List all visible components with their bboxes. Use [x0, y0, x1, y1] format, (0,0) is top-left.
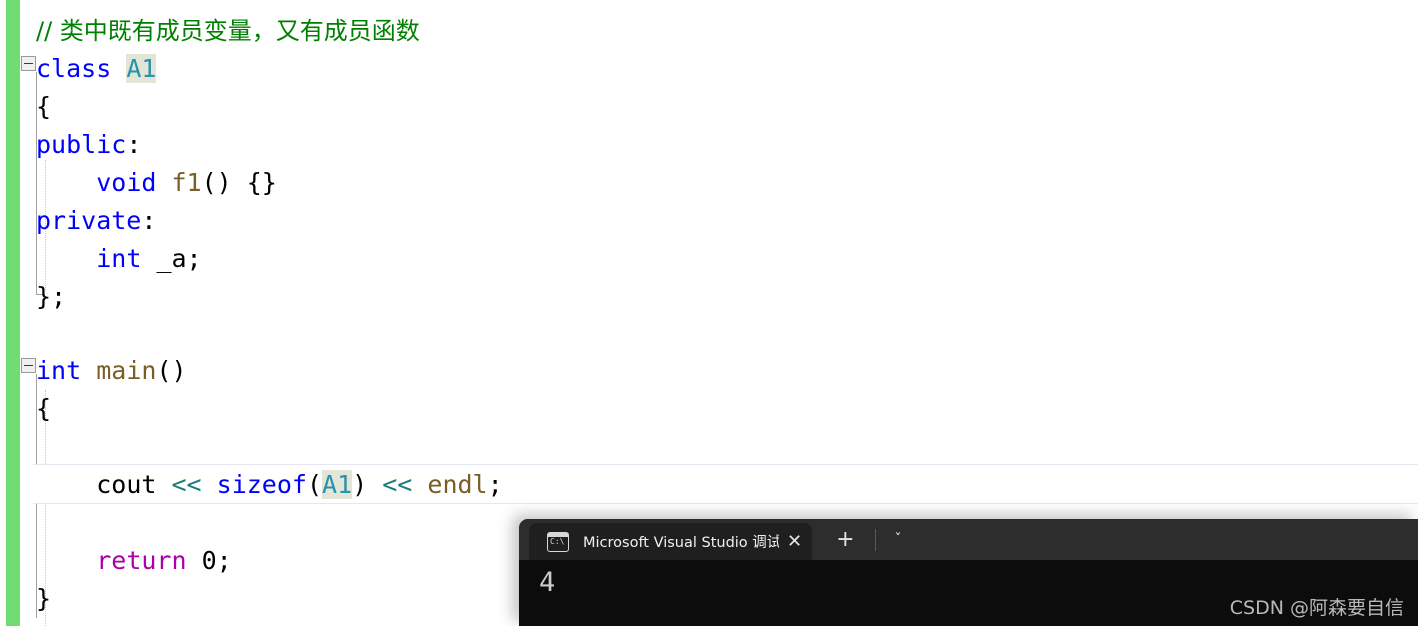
code-line-12[interactable]: [0, 428, 36, 466]
code-token: };: [36, 282, 67, 311]
console-window-icon: C:\: [547, 531, 569, 552]
code-token: class: [36, 54, 127, 83]
code-token: (): [156, 356, 187, 385]
code-line-8[interactable]: };: [0, 278, 66, 316]
new-tab-button[interactable]: +: [836, 529, 854, 551]
code-line-1[interactable]: // 类中既有成员变量，又有成员函数: [0, 12, 420, 50]
code-token: private: [36, 206, 142, 235]
console-titlebar[interactable]: C:\ Microsoft Visual Studio 调试控 ✕ + ˇ: [519, 519, 1418, 560]
code-token: _a;: [156, 244, 202, 273]
code-token: ;: [487, 470, 503, 499]
code-token: <<: [382, 470, 428, 499]
code-token: () {}: [201, 168, 277, 197]
console-tab[interactable]: C:\ Microsoft Visual Studio 调试控 ✕: [529, 523, 813, 560]
code-line-16[interactable]: }: [0, 580, 51, 618]
code-token: {: [36, 394, 52, 423]
code-token-highlighted: A1: [126, 54, 157, 83]
console-tab-title: Microsoft Visual Studio 调试控: [583, 535, 779, 551]
code-line-9[interactable]: [0, 316, 36, 354]
code-token: main: [96, 356, 157, 385]
code-line-14[interactable]: [0, 504, 36, 542]
code-line-13[interactable]: cout << sizeof(A1) << endl;: [0, 466, 503, 504]
debug-console-window[interactable]: C:\ Microsoft Visual Studio 调试控 ✕ + ˇ 4 …: [519, 519, 1418, 626]
code-line-3[interactable]: {: [0, 88, 51, 126]
code-token: :: [141, 206, 157, 235]
code-token: cout: [96, 470, 172, 499]
code-token: endl: [427, 470, 488, 499]
code-token: {: [36, 92, 52, 121]
code-token: return: [96, 546, 202, 575]
code-token: }: [36, 584, 52, 613]
toolbar-divider: [874, 529, 876, 551]
code-token: <<: [171, 470, 217, 499]
code-token: (: [306, 470, 323, 499]
code-token: int: [96, 244, 157, 273]
console-output-area[interactable]: 4 CSDN @阿森要自信: [519, 560, 1418, 626]
code-line-15[interactable]: return 0;: [0, 542, 232, 580]
code-line-4[interactable]: public:: [0, 126, 141, 164]
code-token: public: [36, 130, 127, 159]
code-line-2[interactable]: class A1: [0, 50, 157, 88]
code-line-7[interactable]: int _a;: [0, 240, 202, 278]
code-token: f1: [171, 168, 202, 197]
code-line-11[interactable]: {: [0, 390, 51, 428]
code-token: // 类中既有成员变量，又有成员函数: [36, 17, 420, 45]
code-line-6[interactable]: private:: [0, 202, 156, 240]
watermark-text: CSDN @阿森要自信: [1229, 597, 1404, 619]
close-icon[interactable]: ✕: [787, 532, 802, 551]
code-token: ): [352, 470, 383, 499]
chevron-down-icon[interactable]: ˇ: [895, 533, 902, 547]
code-token: void: [96, 168, 172, 197]
code-line-10[interactable]: int main(): [0, 352, 187, 390]
code-token: 0;: [201, 546, 232, 575]
code-line-5[interactable]: void f1() {}: [0, 164, 277, 202]
code-token: :: [126, 130, 142, 159]
code-token-highlighted: A1: [322, 470, 353, 499]
code-token: int: [36, 356, 97, 385]
code-token: sizeof: [216, 470, 307, 499]
